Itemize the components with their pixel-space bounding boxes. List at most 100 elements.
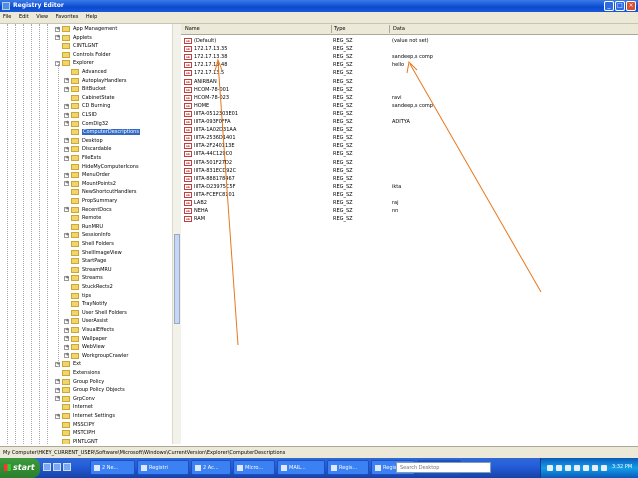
tree-key-item[interactable]: Advanced [64,68,107,76]
table-row[interactable]: ab IIITA-D23975C5F REG_SZ ikta [181,183,638,191]
expand-icon[interactable]: + [64,121,69,127]
registry-values-list[interactable]: Name Type Data ab (Default) REG_SZ (value n… [181,24,638,444]
taskbar-window-button[interactable]: 2 Ac... [191,460,231,475]
table-row[interactable]: ab HOME REG_SZ sandeep,s comp [181,102,638,110]
table-row[interactable]: ab IIITA-2536D1401 REG_SZ [181,134,638,142]
tree-key-item[interactable]: StartPage [64,257,106,265]
tree-key-item[interactable]: RunMRU [64,223,103,231]
expand-icon[interactable]: + [64,78,69,84]
tray-icon[interactable] [583,465,589,471]
table-row[interactable]: ab IIITA-44C129C0 REG_SZ [181,150,638,158]
tree-key-item[interactable]: + Group Policy Objects [55,386,125,394]
menu-edit[interactable]: Edit [16,12,32,23]
expand-icon[interactable]: + [55,396,60,402]
tray-icon[interactable] [556,465,562,471]
table-row[interactable]: ab IIITA-093F0FFA REG_SZ ADITYA [181,118,638,126]
tree-key-item[interactable]: + AutoplayHandlers [64,77,127,85]
table-row[interactable]: ab LAB2 REG_SZ raj [181,199,638,207]
tree-key-item[interactable]: - Explorer [55,59,94,67]
menu-view[interactable]: View [33,12,51,23]
table-row[interactable]: ab IIITA-888178467 REG_SZ [181,175,638,183]
expand-icon[interactable]: + [64,327,69,333]
quick-launch-icon[interactable] [53,463,61,471]
tree-key-item[interactable]: MSSCIPY [55,421,95,429]
table-row[interactable]: ab NEHA REG_SZ nn [181,207,638,215]
tree-key-item[interactable]: + WebView [64,343,105,351]
table-row[interactable]: ab 172.17.13.48 REG_SZ hello [181,61,638,69]
table-row[interactable]: ab RAM REG_SZ [181,215,638,223]
table-row[interactable]: ab ANIRBAN REG_SZ [181,78,638,86]
expand-icon[interactable]: + [64,86,69,92]
table-row[interactable]: ab HCOM-78-023 REG_SZ ravi [181,94,638,102]
title-bar[interactable]: Registry Editor _ □ × [0,0,638,12]
tray-icon[interactable] [547,465,553,471]
tree-key-item[interactable]: + SessionInfo [64,231,111,239]
tree-key-item[interactable]: + Desktop [64,137,103,145]
taskbar-window-button[interactable]: MAIL... [277,460,325,475]
tree-key-item[interactable]: + MountPoints2 [64,180,116,188]
tree-key-item[interactable]: + Applets [55,34,92,42]
tree-key-item[interactable]: + CLSID [64,111,97,119]
desktop-search-input[interactable] [396,462,491,473]
expand-icon[interactable]: + [55,379,60,385]
menu-help[interactable]: Help [83,12,100,23]
tree-key-item[interactable]: + Group Policy [55,378,104,386]
table-row[interactable]: ab HCOM-78-001 REG_SZ [181,86,638,94]
expand-icon[interactable]: + [64,155,69,161]
tree-key-item[interactable]: Shell Folders [64,240,114,248]
tree-key-item[interactable]: CabinetState [64,94,115,102]
table-row[interactable]: ab IIITA-831ECD92C REG_SZ [181,167,638,175]
tree-key-item[interactable]: + VisualEffects [64,326,114,334]
tree-key-item[interactable]: + ComDlg32 [64,120,108,128]
tree-key-item[interactable]: StreamMRU [64,266,112,274]
tree-key-item[interactable]: NewShortcutHandlers [64,188,137,196]
tree-key-item[interactable]: + Discardable [64,145,112,153]
tree-scrollbar-thumb[interactable] [174,234,180,324]
table-row[interactable]: ab IIITA-FCEFC8101 REG_SZ [181,191,638,199]
tray-icon[interactable] [565,465,571,471]
tree-key-item[interactable]: + GrpConv [55,395,95,403]
taskbar-window-button[interactable]: Registri [137,460,189,475]
expand-icon[interactable]: + [64,103,69,109]
tree-key-item[interactable]: + App Management [55,25,117,33]
start-button[interactable]: start [0,458,40,478]
tree-key-item[interactable]: + Streams [64,274,103,282]
tree-key-item[interactable]: ShellImageView [64,249,122,257]
expand-icon[interactable]: + [55,26,60,32]
taskbar-window-button[interactable]: Micro... [233,460,275,475]
expand-icon[interactable]: + [55,413,60,419]
quick-launch-icon[interactable] [63,463,71,471]
table-row[interactable]: ab IIITA-0512303E01 REG_SZ [181,110,638,118]
column-divider[interactable] [389,25,390,33]
tree-key-item[interactable]: + Wallpaper [64,335,107,343]
maximize-button[interactable]: □ [615,1,625,11]
menu-favorites[interactable]: Favorites [53,12,82,23]
tree-key-item[interactable]: + BitBucket [64,85,106,93]
expand-icon[interactable]: + [64,344,69,350]
expand-icon[interactable]: + [64,353,69,359]
expand-icon[interactable]: + [64,207,69,213]
table-row[interactable]: ab (Default) REG_SZ (value not set) [181,37,638,45]
tree-scrollbar[interactable] [172,24,181,444]
tree-key-item[interactable]: ComputerDescriptions [64,128,140,136]
tree-key-item[interactable]: + CD Burning [64,102,110,110]
tree-key-item[interactable]: Extensions [55,369,100,377]
tree-key-item[interactable]: PropSummary [64,197,117,205]
tree-key-item[interactable]: TrayNotify [64,300,107,308]
column-header-data[interactable]: Data [393,26,405,32]
tree-key-item[interactable]: HideMyComputerIcons [64,163,139,171]
expand-icon[interactable]: + [64,138,69,144]
tree-key-item[interactable]: + RecentDocs [64,206,112,214]
minimize-button[interactable]: _ [604,1,614,11]
table-row[interactable]: ab IIITA-2F240113E REG_SZ [181,142,638,150]
tree-key-item[interactable]: Internet [55,403,93,411]
tray-icon[interactable] [601,465,607,471]
tree-key-item[interactable]: + WorkgroupCrawler [64,352,128,360]
tray-icon[interactable] [592,465,598,471]
tree-key-item[interactable]: + FileExts [64,154,101,162]
taskbar-window-button[interactable]: Regis... [327,460,369,475]
tree-key-item[interactable]: CINTLGNT [55,42,98,50]
tree-key-item[interactable]: User Shell Folders [64,309,127,317]
tree-key-item[interactable]: + UserAssist [64,317,108,325]
expand-icon[interactable]: + [64,275,69,281]
